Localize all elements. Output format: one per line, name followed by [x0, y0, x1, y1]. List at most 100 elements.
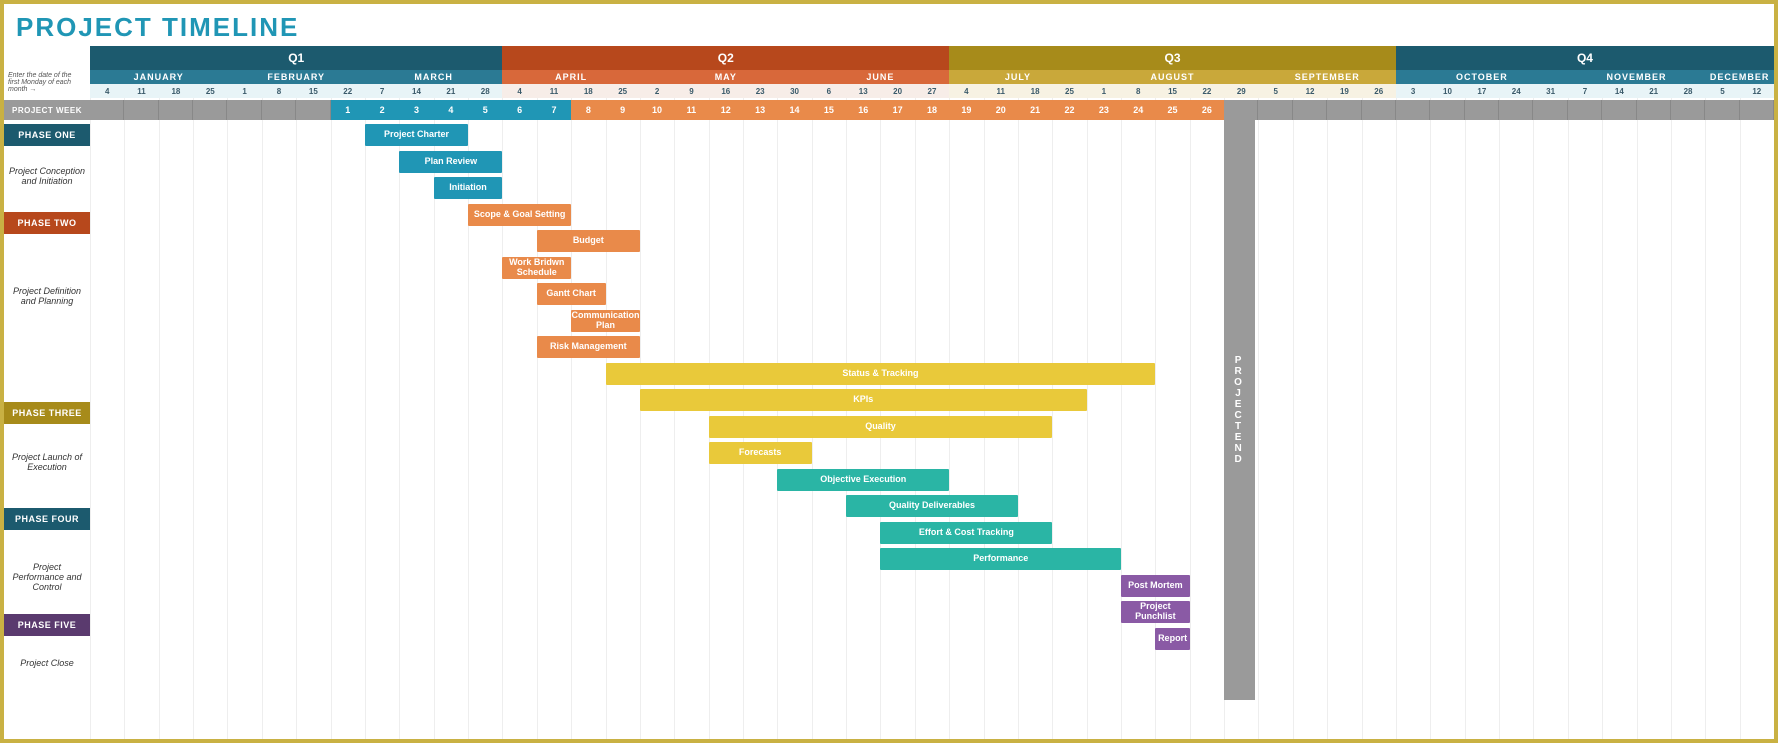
day-header: 8	[1121, 84, 1155, 98]
page-title: PROJECT TIMELINE	[4, 4, 1774, 51]
month-header: AUGUST	[1087, 70, 1259, 84]
gantt-grid: Enter the date of the first Monday of ea…	[4, 46, 1774, 739]
gantt-bar[interactable]: Performance	[880, 548, 1121, 570]
day-header: 13	[846, 84, 880, 98]
gantt-bar[interactable]: Budget	[537, 230, 640, 252]
gantt-bar[interactable]: Project Charter	[365, 124, 468, 146]
day-header: 6	[812, 84, 846, 98]
gantt-bar[interactable]: Communication Plan	[571, 310, 640, 332]
day-header: 15	[1155, 84, 1189, 98]
day-header: 25	[606, 84, 640, 98]
gantt-bar[interactable]: Quality Deliverables	[846, 495, 1018, 517]
gantt-bar[interactable]: Post Mortem	[1121, 575, 1190, 597]
day-header: 14	[1602, 84, 1636, 98]
gantt-bar[interactable]: Risk Management	[537, 336, 640, 358]
quarter-header: Q2	[502, 46, 949, 70]
phase-description: Project Conception and Initiation	[4, 164, 90, 188]
month-header: JUNE	[812, 70, 949, 84]
day-header: 31	[1533, 84, 1567, 98]
day-header: 22	[331, 84, 365, 98]
week-number-cell: 13	[743, 100, 777, 120]
quarter-header: Q3	[949, 46, 1396, 70]
day-header: 28	[1671, 84, 1705, 98]
week-number-cell: 26	[1190, 100, 1224, 120]
week-number-cell: 5	[468, 100, 502, 120]
day-header: 21	[1637, 84, 1671, 98]
week-number-cell: 1	[331, 100, 365, 120]
week-number-cell: 18	[915, 100, 949, 120]
week-number-cell: 15	[812, 100, 846, 120]
day-header: 4	[949, 84, 983, 98]
week-number-cell: 10	[640, 100, 674, 120]
week-number-cell: 3	[399, 100, 433, 120]
project-end-marker: PROJECT END	[1224, 120, 1255, 700]
day-header: 26	[1362, 84, 1396, 98]
day-header: 18	[571, 84, 605, 98]
gantt-bar[interactable]: KPIs	[640, 389, 1087, 411]
phase-description: Project Close	[4, 656, 90, 670]
week-number-cell: 4	[434, 100, 468, 120]
day-header: 17	[1465, 84, 1499, 98]
month-header: MAY	[640, 70, 812, 84]
day-header: 4	[502, 84, 536, 98]
day-header: 14	[399, 84, 433, 98]
day-header: 11	[124, 84, 158, 98]
gantt-bar[interactable]: Objective Execution	[777, 469, 949, 491]
phase-label: PHASE FIVE	[4, 614, 90, 636]
month-header: FEBRUARY	[227, 70, 364, 84]
week-number-cell: 17	[880, 100, 914, 120]
gantt-bar[interactable]: Forecasts	[709, 442, 812, 464]
day-header: 12	[1740, 84, 1774, 98]
week-number-cell: 9	[606, 100, 640, 120]
gantt-bar[interactable]: Work Bridwn Schedule	[502, 257, 571, 279]
day-header: 3	[1396, 84, 1430, 98]
phase-label: PHASE THREE	[4, 402, 90, 424]
project-week-label: PROJECT WEEK	[4, 100, 90, 120]
day-header: 9	[674, 84, 708, 98]
month-header: JULY	[949, 70, 1086, 84]
week-number-cell: 8	[571, 100, 605, 120]
week-number-cell: 23	[1087, 100, 1121, 120]
month-header: NOVEMBER	[1568, 70, 1705, 84]
week-number-cell: 14	[777, 100, 811, 120]
phase-label: PHASE FOUR	[4, 508, 90, 530]
day-header: 27	[915, 84, 949, 98]
month-header: DECEMBER	[1705, 70, 1774, 84]
gantt-bar[interactable]: Plan Review	[399, 151, 502, 173]
gantt-bar[interactable]: Gantt Chart	[537, 283, 606, 305]
day-header: 25	[193, 84, 227, 98]
day-header: 18	[1018, 84, 1052, 98]
day-header: 1	[227, 84, 261, 98]
day-header: 21	[434, 84, 468, 98]
week-number-cell: 24	[1121, 100, 1155, 120]
phase-label: PHASE TWO	[4, 212, 90, 234]
month-header: APRIL	[502, 70, 639, 84]
day-header: 25	[1052, 84, 1086, 98]
day-header: 12	[1293, 84, 1327, 98]
month-header: MARCH	[365, 70, 502, 84]
day-header: 20	[880, 84, 914, 98]
gantt-bar[interactable]: Scope & Goal Setting	[468, 204, 571, 226]
phase-label: PHASE ONE	[4, 124, 90, 146]
gantt-bar[interactable]: Initiation	[434, 177, 503, 199]
day-header: 8	[262, 84, 296, 98]
phase-description: Project Launch of Execution	[4, 450, 90, 474]
gantt-bar[interactable]: Quality	[709, 416, 1053, 438]
gantt-bar[interactable]: Project Punchlist	[1121, 601, 1190, 623]
week-number-cell: 20	[984, 100, 1018, 120]
month-header: OCTOBER	[1396, 70, 1568, 84]
month-header: JANUARY	[90, 70, 227, 84]
day-header: 23	[743, 84, 777, 98]
gantt-bar[interactable]: Report	[1155, 628, 1189, 650]
gantt-bar[interactable]: Status & Tracking	[606, 363, 1156, 385]
date-entry-note: Enter the date of the first Monday of ea…	[8, 72, 84, 93]
day-header: 16	[709, 84, 743, 98]
day-header: 7	[1568, 84, 1602, 98]
day-header: 29	[1224, 84, 1258, 98]
day-header: 11	[984, 84, 1018, 98]
day-header: 22	[1190, 84, 1224, 98]
week-number-cell: 21	[1018, 100, 1052, 120]
gantt-bar[interactable]: Effort & Cost Tracking	[880, 522, 1052, 544]
phase-description: Project Definition and Planning	[4, 284, 90, 308]
week-number-cell: 22	[1052, 100, 1086, 120]
